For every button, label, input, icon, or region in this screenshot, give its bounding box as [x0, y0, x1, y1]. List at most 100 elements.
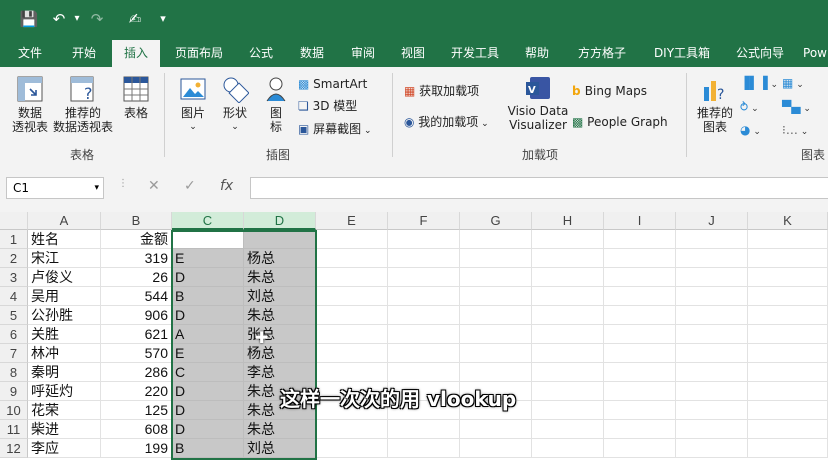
- tab-formula-wizard[interactable]: 公式向导: [728, 40, 792, 67]
- cell-h1[interactable]: [532, 230, 604, 249]
- customize-qat-icon[interactable]: ▾: [152, 8, 174, 30]
- column-header-k[interactable]: K: [748, 212, 828, 230]
- column-header-e[interactable]: E: [316, 212, 388, 230]
- cell-b10[interactable]: 125: [101, 401, 172, 420]
- cell-k9[interactable]: [748, 382, 828, 401]
- tab-insert[interactable]: 插入: [112, 40, 160, 69]
- cell-i8[interactable]: [604, 363, 676, 382]
- cell-c6[interactable]: A: [172, 325, 244, 344]
- cell-k2[interactable]: [748, 249, 828, 268]
- visio-data-visualizer-button[interactable]: V Visio Data Visualizer: [506, 75, 570, 132]
- cell-j10[interactable]: [676, 401, 748, 420]
- cell-e1[interactable]: [316, 230, 388, 249]
- cell-i11[interactable]: [604, 420, 676, 439]
- pie-chart-button[interactable]: ◕ ⌄: [740, 122, 761, 140]
- cell-h2[interactable]: [532, 249, 604, 268]
- cell-k8[interactable]: [748, 363, 828, 382]
- bar-chart-button[interactable]: ▐▌▐ ⌄: [740, 75, 778, 93]
- cell-f5[interactable]: [388, 306, 460, 325]
- cell-h5[interactable]: [532, 306, 604, 325]
- column-header-j[interactable]: J: [676, 212, 748, 230]
- cell-e6[interactable]: [316, 325, 388, 344]
- cell-h12[interactable]: [532, 439, 604, 458]
- tab-fangfang[interactable]: 方方格子: [568, 40, 636, 67]
- cell-f1[interactable]: [388, 230, 460, 249]
- cell-j3[interactable]: [676, 268, 748, 287]
- cell-b3[interactable]: 26: [101, 268, 172, 287]
- cell-g12[interactable]: [460, 439, 532, 458]
- cell-d12[interactable]: 刘总: [244, 439, 316, 458]
- tab-home[interactable]: 开始: [62, 40, 106, 67]
- cell-j1[interactable]: [676, 230, 748, 249]
- cell-g11[interactable]: [460, 420, 532, 439]
- column-header-g[interactable]: G: [460, 212, 532, 230]
- cell-j5[interactable]: [676, 306, 748, 325]
- row-header[interactable]: 4: [0, 287, 28, 306]
- cell-j11[interactable]: [676, 420, 748, 439]
- row-header[interactable]: 6: [0, 325, 28, 344]
- cell-g1[interactable]: [460, 230, 532, 249]
- cell-i12[interactable]: [604, 439, 676, 458]
- cell-a12[interactable]: 李应: [28, 439, 101, 458]
- cell-f11[interactable]: [388, 420, 460, 439]
- cell-f12[interactable]: [388, 439, 460, 458]
- cell-j4[interactable]: [676, 287, 748, 306]
- touch-mode-icon[interactable]: ✍: [124, 8, 146, 30]
- cell-d2[interactable]: 杨总: [244, 249, 316, 268]
- cell-c7[interactable]: E: [172, 344, 244, 363]
- cell-d3[interactable]: 朱总: [244, 268, 316, 287]
- cell-h7[interactable]: [532, 344, 604, 363]
- tab-file[interactable]: 文件: [10, 40, 50, 67]
- cell-g7[interactable]: [460, 344, 532, 363]
- cell-b1[interactable]: 金额: [101, 230, 172, 249]
- redo-icon[interactable]: ↷: [86, 8, 108, 30]
- shapes-button[interactable]: 形状 ⌄: [216, 75, 254, 134]
- cell-i3[interactable]: [604, 268, 676, 287]
- cell-e5[interactable]: [316, 306, 388, 325]
- row-header[interactable]: 7: [0, 344, 28, 363]
- cell-a8[interactable]: 秦明: [28, 363, 101, 382]
- column-header-a[interactable]: A: [28, 212, 101, 230]
- cell-c4[interactable]: B: [172, 287, 244, 306]
- cell-f6[interactable]: [388, 325, 460, 344]
- recommended-pivot-button[interactable]: ? 推荐的 数据透视表: [52, 75, 114, 134]
- cell-c5[interactable]: D: [172, 306, 244, 325]
- cell-k11[interactable]: [748, 420, 828, 439]
- cell-f8[interactable]: [388, 363, 460, 382]
- cell-b5[interactable]: 906: [101, 306, 172, 325]
- cell-h9[interactable]: [532, 382, 604, 401]
- pictures-button[interactable]: 图片 ⌄: [174, 75, 212, 134]
- cell-a6[interactable]: 关胜: [28, 325, 101, 344]
- cell-j7[interactable]: [676, 344, 748, 363]
- cell-g4[interactable]: [460, 287, 532, 306]
- table-button[interactable]: 表格: [116, 75, 156, 120]
- cell-k1[interactable]: [748, 230, 828, 249]
- worksheet-grid[interactable]: ABCDEFGHIJK 1 姓名 金额 2 宋江 319 E 杨总 3 卢俊义 26 D 朱总 4 吴用 54…: [0, 212, 828, 460]
- cell-d8[interactable]: 李总: [244, 363, 316, 382]
- cell-k3[interactable]: [748, 268, 828, 287]
- recommended-charts-button[interactable]: ? 推荐的 图表: [694, 75, 736, 134]
- cell-a9[interactable]: 呼延灼: [28, 382, 101, 401]
- cell-d11[interactable]: 朱总: [244, 420, 316, 439]
- cell-k5[interactable]: [748, 306, 828, 325]
- cell-e4[interactable]: [316, 287, 388, 306]
- cell-f7[interactable]: [388, 344, 460, 363]
- row-header[interactable]: 5: [0, 306, 28, 325]
- row-header[interactable]: 12: [0, 439, 28, 458]
- cell-d4[interactable]: 刘总: [244, 287, 316, 306]
- select-all-corner[interactable]: [0, 212, 28, 230]
- cell-c11[interactable]: D: [172, 420, 244, 439]
- get-addins-button[interactable]: ▦ 获取加载项: [404, 83, 479, 99]
- cell-g5[interactable]: [460, 306, 532, 325]
- cell-d1[interactable]: [244, 230, 316, 249]
- row-header[interactable]: 10: [0, 401, 28, 420]
- cell-a5[interactable]: 公孙胜: [28, 306, 101, 325]
- formula-input[interactable]: [250, 177, 828, 199]
- row-header[interactable]: 3: [0, 268, 28, 287]
- insert-function-icon[interactable]: fx: [220, 178, 233, 194]
- row-header[interactable]: 1: [0, 230, 28, 249]
- column-header-d[interactable]: D: [244, 212, 316, 230]
- cell-h10[interactable]: [532, 401, 604, 420]
- cell-h11[interactable]: [532, 420, 604, 439]
- scatter-chart-button[interactable]: ⥁ ⌄: [740, 99, 759, 117]
